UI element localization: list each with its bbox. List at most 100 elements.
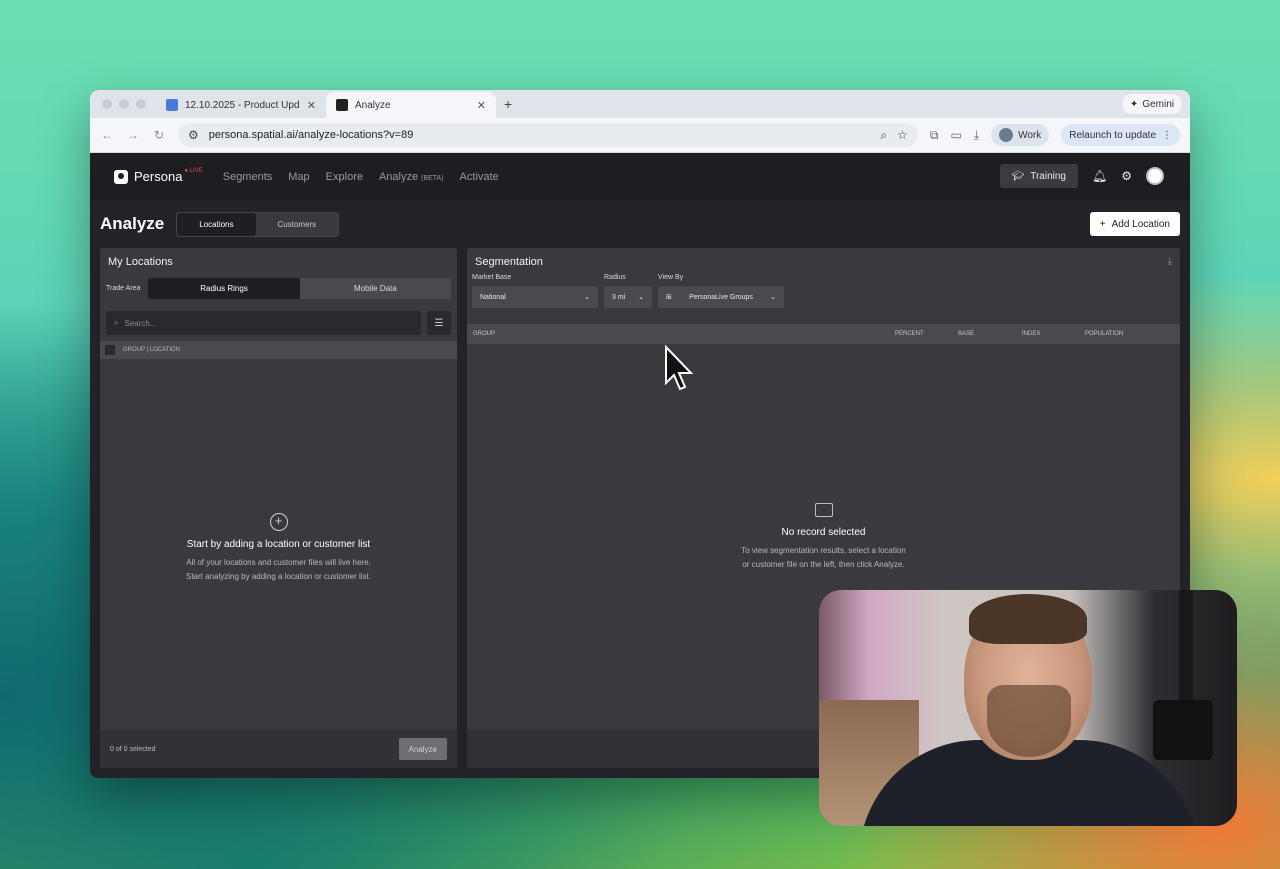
webcam-person-hair	[969, 594, 1087, 644]
chevron-down-icon: ⌄	[638, 294, 644, 301]
persona-logo[interactable]: Persona ● LIVE	[114, 168, 207, 184]
plus-circle-icon: +	[269, 513, 288, 531]
table-header: GROUP PERCENT BASE INDEX POPULATION	[467, 324, 1180, 344]
close-icon[interactable]: ✕	[307, 99, 316, 112]
extensions-icon[interactable]: ⧉	[930, 128, 939, 143]
minimize-window-button[interactable]	[119, 99, 129, 109]
omnibox[interactable]: ⚙ persona.spatial.ai/analyze-locations?v…	[178, 123, 918, 147]
filter-icon: ☰	[434, 317, 444, 329]
microphone	[1153, 590, 1229, 826]
select-all-checkbox[interactable]	[105, 345, 115, 355]
gemini-label: Gemini	[1142, 98, 1174, 110]
nav-segments[interactable]: Segments	[223, 171, 273, 183]
market-base-select[interactable]: National ⌄	[472, 286, 598, 308]
tab-product-update[interactable]: 12.10.2025 - Product Update ✕	[156, 92, 326, 118]
radius-select[interactable]: 3 mi ⌄	[604, 286, 652, 308]
panel-title: Segmentation	[475, 256, 543, 268]
nav-analyze[interactable]: Analyze (BETA)	[379, 171, 444, 183]
reload-icon[interactable]: ↻	[152, 128, 166, 142]
nav-explore[interactable]: Explore	[326, 171, 363, 183]
column-base[interactable]: BASE	[958, 331, 974, 337]
zoom-icon[interactable]: ⌕	[880, 128, 887, 143]
main-nav: Segments Map Explore Analyze (BETA) Activ…	[223, 171, 499, 183]
grid-icon: ⊞	[666, 294, 672, 301]
panel-title: My Locations	[108, 256, 173, 268]
site-settings-icon[interactable]: ⚙	[188, 128, 199, 142]
folder-icon	[814, 503, 833, 517]
gemini-button[interactable]: ✦ Gemini	[1121, 94, 1182, 114]
bell-icon[interactable]: 🔔︎	[1092, 169, 1107, 183]
page-header: Analyze Locations Customers + Add Locati…	[90, 200, 1190, 248]
back-icon[interactable]: ←	[100, 128, 114, 142]
tab-analyze[interactable]: Analyze ✕	[326, 92, 496, 118]
search-row: ⌕ Search... ☰	[100, 311, 457, 335]
mic-body	[1153, 700, 1213, 760]
bookmark-star-icon[interactable]: ☆	[897, 128, 908, 142]
relaunch-button[interactable]: Relaunch to update ⋮	[1061, 124, 1180, 146]
forward-icon[interactable]: →	[126, 128, 140, 142]
docs-icon	[166, 99, 178, 111]
selected-count: 0 of 0 selected	[110, 745, 156, 753]
chevron-down-icon: ⌄	[584, 294, 590, 301]
trade-area-toggle: Radius Rings Mobile Data	[148, 278, 451, 299]
mic-arm	[1179, 590, 1193, 710]
filter-button[interactable]: ☰	[427, 311, 451, 335]
add-location-button[interactable]: + Add Location	[1089, 212, 1180, 236]
market-base-filter: Market Base National ⌄	[472, 274, 598, 308]
empty-title: Start by adding a location or customer l…	[186, 539, 371, 550]
tab-strip: 12.10.2025 - Product Update ✕ Analyze ✕ …	[90, 90, 1190, 118]
url-text[interactable]: persona.spatial.ai/analyze-locations?v=8…	[209, 129, 871, 141]
cast-icon[interactable]: ▭	[950, 128, 961, 142]
close-window-button[interactable]	[102, 99, 112, 109]
search-placeholder: Search...	[124, 318, 157, 328]
column-index[interactable]: INDEX	[1022, 331, 1040, 337]
close-icon[interactable]: ✕	[477, 99, 486, 112]
market-base-value: National	[480, 293, 506, 301]
mobile-data-option[interactable]: Mobile Data	[300, 278, 451, 299]
view-by-select[interactable]: ⊞ PersonaLive Groups ⌄	[658, 286, 784, 308]
column-percent[interactable]: PERCENT	[895, 331, 924, 337]
radius-rings-option[interactable]: Radius Rings	[148, 278, 300, 299]
webcam-person-beard	[987, 685, 1071, 757]
empty-text-1: All of your locations and customer files…	[186, 558, 371, 567]
nav-map[interactable]: Map	[288, 171, 309, 183]
tab-title: 12.10.2025 - Product Update	[185, 99, 300, 111]
download-icon[interactable]: ⤓	[1168, 256, 1172, 267]
training-button[interactable]: 🎓︎ Training	[999, 164, 1078, 188]
avatar[interactable]	[1146, 167, 1164, 185]
analyze-button[interactable]: Analyze	[398, 738, 447, 760]
view-by-label: View By	[658, 274, 684, 281]
relaunch-label: Relaunch to update	[1069, 129, 1156, 141]
add-location-label: Add Location	[1111, 218, 1170, 230]
sparkle-icon: ✦	[1129, 98, 1139, 110]
logo-text: Persona	[134, 169, 183, 184]
radius-filter: Radius 3 mi ⌄	[604, 274, 652, 308]
empty-text-2: Start analyzing by adding a location or …	[186, 572, 371, 581]
radius-value: 3 mi	[612, 293, 626, 301]
download-icon[interactable]: ⤓	[974, 128, 979, 143]
nav-activate[interactable]: Activate	[460, 171, 499, 183]
my-locations-panel: My Locations Trade Area Radius Rings Mob…	[100, 248, 457, 768]
maximize-window-button[interactable]	[136, 99, 146, 109]
gear-icon[interactable]: ⚙	[1121, 169, 1132, 183]
tab-locations[interactable]: Locations	[177, 212, 256, 236]
segmentation-filters: Market Base National ⌄ Radius 3 mi ⌄ Vie…	[467, 274, 1180, 308]
view-by-value: PersonaLive Groups	[689, 293, 753, 301]
persona-favicon-icon	[336, 99, 348, 111]
group-location-header: GROUP | LOCATION	[100, 341, 457, 359]
app-header: Persona ● LIVE Segments Map Explore Anal…	[90, 153, 1190, 200]
training-label: Training	[1030, 170, 1066, 182]
graduation-cap-icon: 🎓︎	[1011, 170, 1025, 182]
window-controls	[90, 99, 156, 118]
search-input[interactable]: ⌕ Search...	[106, 311, 421, 335]
profile-button[interactable]: Work	[991, 124, 1050, 146]
column-group[interactable]: GROUP	[473, 331, 495, 337]
new-tab-button[interactable]: +	[496, 96, 520, 118]
empty-title: No record selected	[781, 527, 866, 538]
column-population[interactable]: POPULATION	[1085, 331, 1123, 337]
tab-customers[interactable]: Customers	[256, 213, 339, 236]
market-base-label: Market Base	[472, 274, 512, 281]
search-icon: ⌕	[114, 318, 119, 327]
chevron-down-icon: ⌄	[770, 294, 776, 301]
profile-label: Work	[1018, 129, 1042, 141]
